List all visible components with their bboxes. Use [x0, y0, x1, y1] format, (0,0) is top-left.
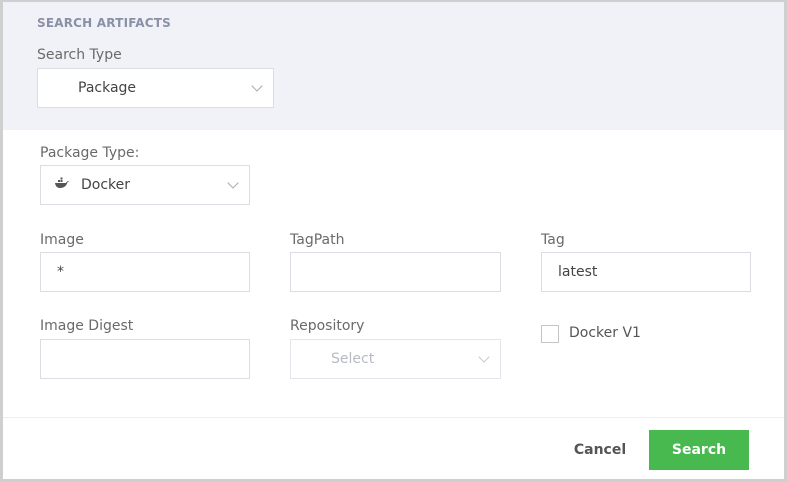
dialog-border — [0, 0, 787, 482]
